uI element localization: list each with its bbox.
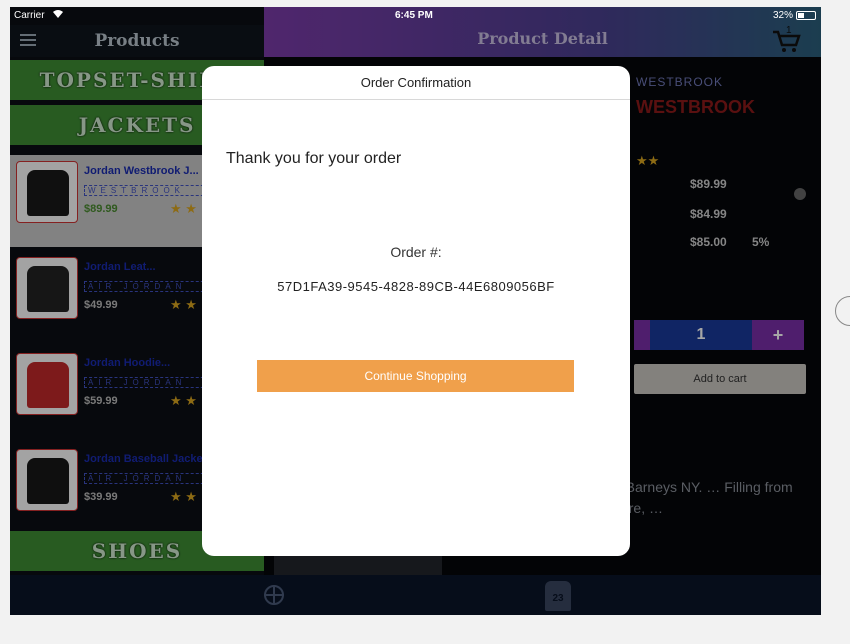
status-bar: Carrier 6:45 PM 32%	[10, 7, 821, 25]
order-number-label: Order #:	[390, 244, 442, 260]
clock: 6:45 PM	[395, 10, 433, 21]
wifi-icon	[52, 9, 64, 22]
battery-percent: 32%	[773, 10, 794, 21]
order-number-value: 57D1FA39-9545-4828-89CB-44E6809056BF	[277, 279, 555, 294]
side-handle-icon[interactable]	[835, 296, 850, 326]
dialog-title: Order Confirmation	[202, 66, 630, 100]
continue-shopping-button[interactable]: Continue Shopping	[257, 360, 574, 392]
carrier-label: Carrier	[14, 10, 45, 21]
thank-you-message: Thank you for your order	[226, 150, 402, 167]
battery-icon	[796, 11, 816, 20]
order-confirmation-dialog: Order Confirmation Thank you for your or…	[202, 66, 630, 556]
